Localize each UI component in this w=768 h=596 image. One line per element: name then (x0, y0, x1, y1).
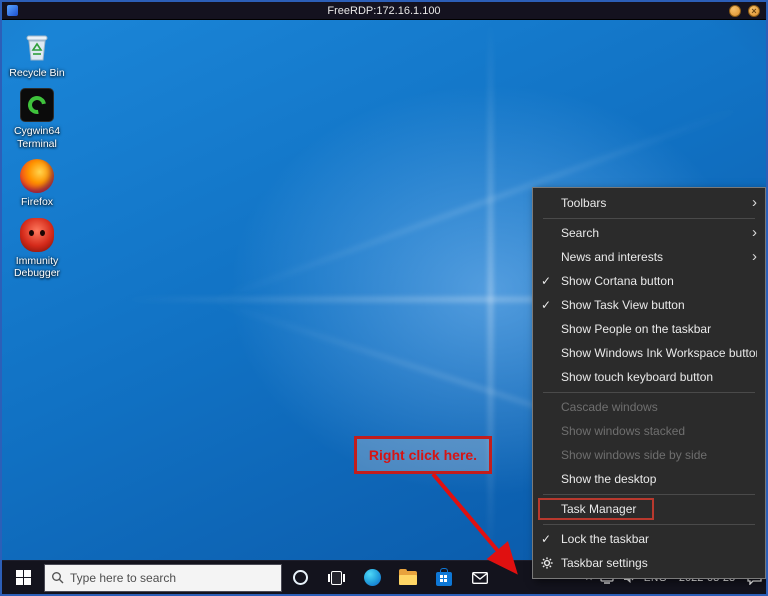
title-bar[interactable]: FreeRDP:172.16.1.100 × (2, 2, 766, 20)
menu-item-show-people-on-taskbar[interactable]: Show People on the taskbar (533, 317, 765, 341)
menu-item-show-task-view-button[interactable]: ✓ Show Task View button (533, 293, 765, 317)
menu-item-show-windows-stacked: Show windows stacked (533, 419, 765, 443)
annotation-text: Right click here. (369, 447, 477, 463)
close-button[interactable]: × (748, 5, 760, 17)
desktop-icon-label: Immunity Debugger (8, 255, 66, 280)
task-view-icon (328, 571, 345, 585)
annotation-box: Right click here. (354, 436, 492, 474)
menu-item-toolbars[interactable]: Toolbars › (533, 191, 765, 215)
store-taskbar-button[interactable] (426, 561, 462, 595)
check-icon: ✓ (541, 532, 561, 546)
submenu-chevron-icon: › (745, 197, 757, 209)
freerdp-window: FreeRDP:172.16.1.100 × Recycle Bin (0, 0, 768, 596)
desktop-icon-firefox[interactable]: Firefox (8, 159, 66, 208)
desktop-icon-immunity-debugger[interactable]: Immunity Debugger (8, 218, 66, 280)
wallpaper-beam (489, 20, 492, 560)
desktop-icon-column: Recycle Bin Cygwin64 Terminal Firefox Im… (8, 30, 66, 288)
menu-item-cascade-windows: Cascade windows (533, 395, 765, 419)
firefox-icon (20, 159, 54, 193)
windows-logo-icon (16, 570, 31, 585)
file-explorer-taskbar-button[interactable] (390, 561, 426, 595)
desktop-icon-recycle-bin[interactable]: Recycle Bin (8, 30, 66, 79)
cortana-icon (293, 570, 308, 585)
menu-separator (543, 218, 755, 219)
menu-item-show-windows-side-by-side: Show windows side by side (533, 443, 765, 467)
submenu-chevron-icon: › (745, 227, 757, 239)
check-icon: ✓ (541, 274, 561, 288)
store-icon (436, 572, 452, 586)
menu-item-lock-the-taskbar[interactable]: ✓ Lock the taskbar (533, 527, 765, 551)
mail-taskbar-button[interactable] (462, 561, 498, 595)
menu-item-task-manager[interactable]: Task Manager (533, 497, 765, 521)
menu-item-news-and-interests[interactable]: News and interests › (533, 245, 765, 269)
desktop-icon-label: Firefox (8, 196, 66, 208)
taskbar-context-menu: Toolbars › Search › News and interests ›… (532, 187, 766, 579)
desktop-icon-label: Recycle Bin (8, 67, 66, 79)
menu-separator (543, 494, 755, 495)
recycle-bin-icon (20, 30, 54, 64)
menu-item-taskbar-settings[interactable]: Taskbar settings (533, 551, 765, 575)
mail-icon (472, 572, 488, 584)
gear-icon (541, 556, 561, 570)
menu-item-show-ink-workspace-button[interactable]: Show Windows Ink Workspace button (533, 341, 765, 365)
cygwin-terminal-icon (20, 88, 54, 122)
check-icon: ✓ (541, 298, 561, 312)
immunity-debugger-icon (20, 218, 54, 252)
cortana-button[interactable] (282, 561, 318, 595)
task-view-button[interactable] (318, 561, 354, 595)
edge-taskbar-button[interactable] (354, 561, 390, 595)
search-icon (51, 571, 64, 584)
menu-item-search[interactable]: Search › (533, 221, 765, 245)
menu-item-show-the-desktop[interactable]: Show the desktop (533, 467, 765, 491)
menu-item-show-touch-keyboard-button[interactable]: Show touch keyboard button (533, 365, 765, 389)
minimize-button[interactable] (729, 5, 741, 17)
search-input[interactable] (70, 571, 275, 585)
folder-icon (399, 571, 417, 585)
desktop-icon-cygwin64-terminal[interactable]: Cygwin64 Terminal (8, 88, 66, 150)
menu-separator (543, 392, 755, 393)
submenu-chevron-icon: › (745, 251, 757, 263)
start-button[interactable] (2, 561, 44, 595)
taskbar-search-box[interactable] (44, 564, 282, 592)
edge-icon (364, 569, 381, 586)
menu-separator (543, 524, 755, 525)
window-title: FreeRDP:172.16.1.100 (2, 2, 766, 20)
menu-item-show-cortana-button[interactable]: ✓ Show Cortana button (533, 269, 765, 293)
desktop-icon-label: Cygwin64 Terminal (8, 125, 66, 150)
